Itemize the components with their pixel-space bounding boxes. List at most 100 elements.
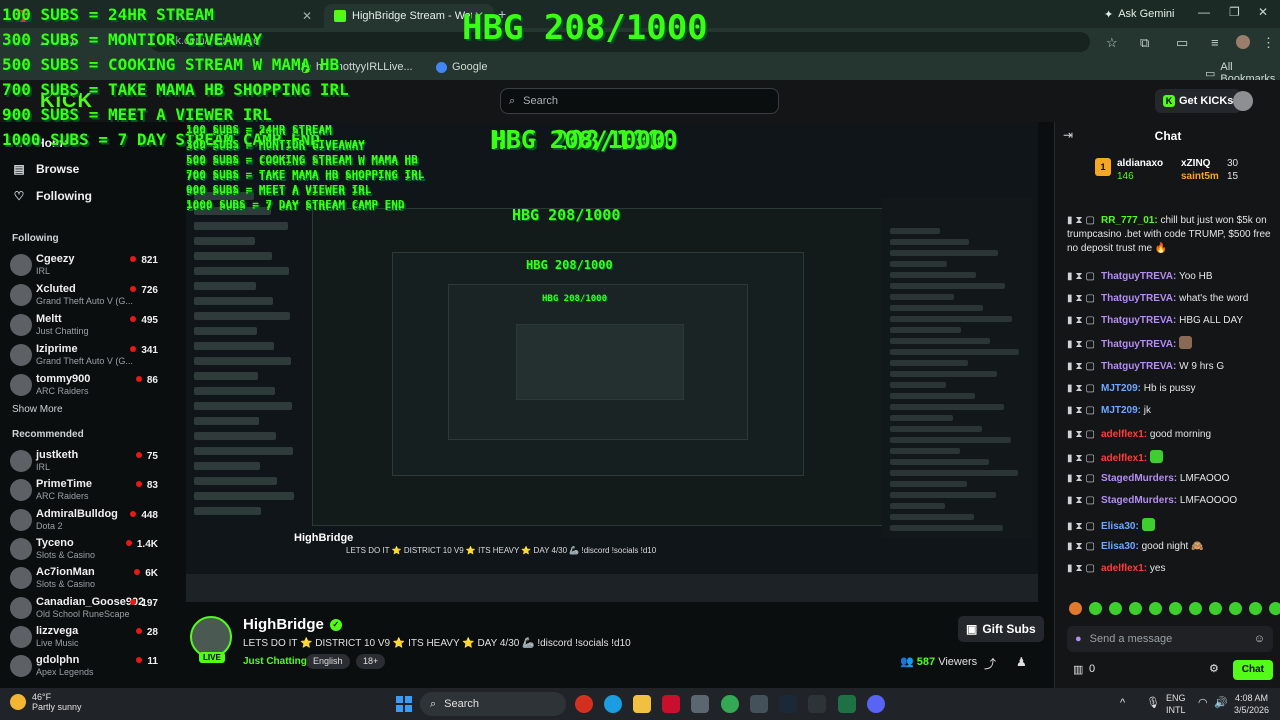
follow-icon[interactable]: ♟ (1016, 655, 1027, 669)
stream-title: LETS DO IT ⭐ DISTRICT 10 V9 ⭐ ITS HEAVY … (243, 638, 631, 649)
opera-icon[interactable] (575, 695, 593, 713)
extensions-icon[interactable]: ⧉ (1140, 35, 1149, 51)
sidebar-item-following[interactable]: ♡ Following (12, 189, 92, 203)
language-indicator[interactable]: ENG INTL (1166, 692, 1186, 716)
channel-avatar (10, 508, 32, 531)
clock[interactable]: 4:08 AM 3/5/2026 (1234, 692, 1269, 716)
edge-icon[interactable] (604, 695, 622, 713)
sidebar-channel-iziprime[interactable]: Iziprime Grand Theft Auto V (G... 341 (10, 342, 162, 369)
wifi-icon[interactable]: ◠ (1198, 697, 1208, 709)
menu-icon[interactable]: ≡ (1211, 35, 1219, 50)
sidebar-channel-xcluted[interactable]: Xcluted Grand Theft Auto V (G... 726 (10, 282, 162, 309)
tag-age[interactable]: 18+ (356, 654, 386, 669)
chat-message: ▮⧗▢ ThatguyTREVA: HBG ALL DAY (1067, 314, 1273, 328)
sidebar-item-browse[interactable]: ▤ Browse (12, 162, 79, 176)
minimize-icon[interactable]: — (1198, 5, 1210, 19)
chat-username[interactable]: Elisa30: (1101, 541, 1139, 552)
mic-icon[interactable]: 🎙 (1146, 697, 1160, 709)
ask-gemini-button[interactable]: ✦ Ask Gemini (1104, 5, 1174, 23)
quick-emote-icon[interactable] (1149, 602, 1162, 615)
excel-icon[interactable] (838, 695, 856, 713)
quick-emote-icon[interactable] (1269, 602, 1280, 615)
volume-icon[interactable]: 🔊 (1214, 697, 1228, 709)
chat-username[interactable]: MJT209: (1101, 405, 1141, 416)
weather-widget[interactable]: 46°F Partly sunny (10, 692, 82, 712)
channel-category: Slots & Casino (36, 549, 96, 560)
sidebar-channel-justketh[interactable]: justketh IRL 75 (10, 448, 162, 475)
chat-username[interactable]: ThatguyTREVA: (1101, 293, 1176, 304)
get-kicks-button[interactable]: K Get KICKs (1155, 89, 1242, 113)
profile-avatar-icon[interactable] (1236, 35, 1250, 49)
chat-text: LMFAOOO (1179, 473, 1230, 484)
chat-username[interactable]: RR_777_01: (1101, 215, 1158, 226)
points-icon[interactable]: ▥ (1073, 663, 1083, 676)
discord-icon[interactable] (867, 695, 885, 713)
sidebar-channel-tyceno[interactable]: Tyceno Slots & Casino 1.4K (10, 536, 162, 563)
file-explorer-icon[interactable] (633, 695, 651, 713)
app-icon[interactable] (750, 695, 768, 713)
quick-emote-icon[interactable] (1109, 602, 1122, 615)
steam-icon[interactable] (779, 695, 797, 713)
share-icon[interactable]: ⤴ (984, 655, 996, 672)
chat-footer: ▥ 0 ⚙ Chat (1067, 660, 1273, 682)
category-link[interactable]: Just Chatting (243, 656, 307, 667)
sidebar-channel-primetime[interactable]: PrimeTime ARC Raiders 83 (10, 477, 162, 504)
chat-username[interactable]: ThatguyTREVA: (1101, 315, 1176, 326)
chevron-up-icon[interactable]: ^ (1120, 697, 1125, 709)
chat-username[interactable]: StagedMurders: (1101, 473, 1177, 484)
more-icon[interactable]: ⋮ (1262, 35, 1275, 51)
chat-send-button[interactable]: Chat (1232, 660, 1273, 680)
start-icon[interactable] (396, 696, 412, 712)
chat-username[interactable]: StagedMurders: (1101, 495, 1177, 506)
chat-username[interactable]: ThatguyTREVA: (1101, 339, 1176, 350)
collapse-chat-icon[interactable]: ⇥ (1063, 128, 1073, 142)
close-window-icon[interactable]: ✕ (1258, 5, 1268, 19)
app-icon[interactable] (691, 695, 709, 713)
taskbar-search[interactable]: ⌕ Search (420, 692, 566, 716)
chat-input[interactable]: ● Send a message ☺ (1067, 626, 1273, 652)
quick-emote-icon[interactable] (1069, 602, 1082, 615)
nested-sidebar-row (194, 507, 261, 515)
bookmark-star-icon[interactable]: ☆ (1106, 35, 1118, 51)
chat-username[interactable]: ThatguyTREVA: (1101, 271, 1176, 282)
quick-emote-icon[interactable] (1229, 602, 1242, 615)
tag-language[interactable]: English (306, 654, 350, 669)
emoji-icon[interactable]: ☺ (1254, 633, 1265, 645)
chat-username[interactable]: adelflex1: (1101, 563, 1147, 574)
search-input[interactable]: ⌕ Search (500, 88, 779, 114)
quick-emote-icon[interactable] (1249, 602, 1262, 615)
chat-username[interactable]: adelflex1: (1101, 453, 1147, 464)
show-more-button[interactable]: Show More (12, 404, 63, 415)
chrome-icon[interactable] (721, 695, 739, 713)
sidebar-channel-gdolphn[interactable]: gdolphn Apex Legends 11 (10, 653, 162, 680)
chat-settings-icon[interactable]: ⚙ (1209, 662, 1219, 675)
streamer-name[interactable]: HighBridge (243, 616, 324, 633)
nested-screen (516, 324, 684, 400)
quick-emote-icon[interactable] (1169, 602, 1182, 615)
sidebar-channel-lizzvega[interactable]: lizzvega Live Music 28 (10, 624, 162, 651)
gift-subs-button[interactable]: ▣ Gift Subs (958, 616, 1044, 642)
sidebar-channel-canadian_goose902[interactable]: Canadian_Goose902 Old School RuneScape 197 (10, 595, 162, 622)
nested-chat-row (890, 503, 945, 509)
sidebar-channel-admiralbulldog[interactable]: AdmiralBulldog Dota 2 448 (10, 507, 162, 534)
quick-emote-icon[interactable] (1209, 602, 1222, 615)
quick-emote-icon[interactable] (1189, 602, 1202, 615)
user-avatar[interactable] (1233, 91, 1253, 111)
sidebar-channel-cgeezy[interactable]: Cgeezy IRL 821 (10, 252, 162, 279)
quick-emote-icon[interactable] (1089, 602, 1102, 615)
app-icon[interactable] (808, 695, 826, 713)
quick-emote-icon[interactable] (1129, 602, 1142, 615)
adobe-icon[interactable] (662, 695, 680, 713)
maximize-icon[interactable]: ❐ (1229, 5, 1240, 19)
mic-icon[interactable]: ● (1075, 633, 1082, 645)
chat-username[interactable]: Elisa30: (1101, 521, 1139, 532)
chat-username[interactable]: adelflex1: (1101, 429, 1147, 440)
chat-username[interactable]: ThatguyTREVA: (1101, 361, 1176, 372)
bookmark-item[interactable]: Google (436, 61, 487, 73)
sidepanel-icon[interactable]: ▭ (1176, 35, 1188, 51)
nested-sidebar-row (194, 462, 260, 470)
sidebar-channel-ac7ionman[interactable]: Ac7ionMan Slots & Casino 6K (10, 565, 162, 592)
chat-username[interactable]: MJT209: (1101, 383, 1141, 394)
sidebar-channel-tommy900[interactable]: tommy900 ARC Raiders 86 (10, 372, 162, 399)
sidebar-channel-meltt[interactable]: Meltt Just Chatting 495 (10, 312, 162, 339)
